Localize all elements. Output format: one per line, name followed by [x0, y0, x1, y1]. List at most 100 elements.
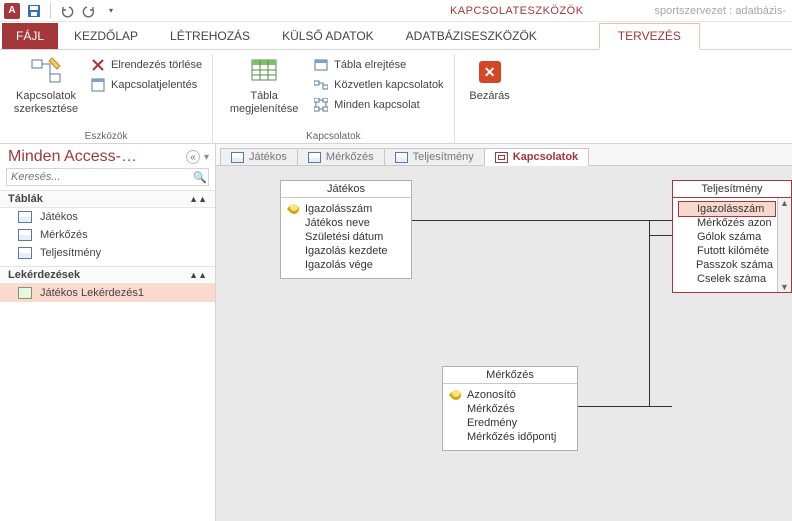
tab-external-data[interactable]: KÜLSŐ ADATOK	[266, 23, 390, 49]
redo-icon[interactable]	[81, 3, 97, 19]
diagram-field-selected[interactable]: Igazolásszám	[679, 202, 775, 216]
nav-item-label: Mérkőzés	[40, 229, 88, 241]
nav-section-tables-label: Táblák	[8, 193, 43, 205]
relationship-report-label: Kapcsolatjelentés	[111, 79, 197, 91]
diagram-field[interactable]: Azonosító	[449, 388, 571, 402]
diagram-field[interactable]: Mérkőzés azon	[679, 216, 775, 230]
save-icon[interactable]	[26, 3, 42, 19]
relationships-canvas[interactable]: Játékos Igazolásszám Játékos neve Szület…	[216, 166, 792, 521]
diagram-table-title: Játékos	[281, 181, 411, 198]
search-input[interactable]	[7, 169, 192, 185]
ribbon-group-close-label	[488, 129, 491, 142]
nav-section-queries[interactable]: Lekérdezések ▲▲	[0, 266, 215, 284]
relationship-report-button[interactable]: Kapcsolatjelentés	[90, 76, 202, 94]
edit-relationships-icon	[30, 56, 62, 88]
doctab-label: Kapcsolatok	[513, 151, 578, 163]
query-icon	[18, 287, 32, 299]
undo-icon[interactable]	[59, 3, 75, 19]
tab-file[interactable]: FÁJL	[2, 23, 58, 49]
clear-layout-button[interactable]: Elrendezés törlése	[90, 56, 202, 74]
table-icon	[308, 152, 321, 163]
navigation-pane: Minden Access-… « ▾ 🔍 Táblák ▲▲ Játékos …	[0, 144, 216, 521]
diagram-table-title: Mérkőzés	[443, 367, 577, 384]
document-tab-row: Játékos Mérkőzés Teljesítmény Kapcsolato…	[216, 144, 792, 166]
diagram-field[interactable]: Igazolás vége	[287, 258, 405, 272]
diagram-field[interactable]: Mérkőzés időpontj	[449, 430, 571, 444]
ribbon-group-tools-label: Eszközök	[85, 129, 128, 142]
relationships-icon	[495, 152, 508, 163]
context-tool-title: KAPCSOLATESZKÖZÖK	[119, 5, 655, 17]
relationship-line	[412, 220, 672, 221]
all-relationships-button[interactable]: Minden kapcsolat	[313, 96, 443, 114]
tab-create[interactable]: LÉTREHOZÁS	[154, 23, 266, 49]
nav-section-tables[interactable]: Táblák ▲▲	[0, 190, 215, 208]
diagram-table-merkozes[interactable]: Mérkőzés Azonosító Mérkőzés Eredmény Mér…	[442, 366, 578, 451]
navpane-dropdown-icon[interactable]: ▾	[204, 152, 209, 163]
tab-home[interactable]: KEZDŐLAP	[58, 23, 154, 49]
ribbon-group-relationships: Tábla megjelenítése Tábla elrejtése Közv…	[213, 54, 454, 144]
nav-section-queries-label: Lekérdezések	[8, 269, 80, 281]
diagram-field[interactable]: Születési dátum	[287, 230, 405, 244]
tab-design[interactable]: TERVEZÉS	[599, 23, 700, 50]
direct-relationships-label: Közvetlen kapcsolatok	[334, 79, 443, 91]
diagram-field[interactable]: Passzok száma	[679, 258, 775, 272]
qat-customize-icon[interactable]: ▾	[103, 3, 119, 19]
all-relationships-icon	[313, 97, 329, 113]
relationship-line	[649, 235, 672, 236]
scroll-up-icon[interactable]: ▲	[780, 198, 789, 208]
hide-table-icon	[313, 57, 329, 73]
edit-relationships-label: Kapcsolatok szerkesztése	[10, 90, 82, 116]
navpane-collapse-icon[interactable]: «	[186, 150, 200, 164]
hide-table-label: Tábla elrejtése	[334, 59, 406, 71]
diagram-field[interactable]: Igazolás kezdete	[287, 244, 405, 258]
diagram-table-teljesitmeny[interactable]: Teljesítmény Igazolásszám Mérkőzés azon …	[672, 180, 792, 293]
diagram-field[interactable]: Cselek száma	[679, 272, 775, 286]
ribbon-group-close: ✕ Bezárás	[455, 54, 525, 144]
nav-item-merkozes[interactable]: Mérkőzés	[0, 226, 215, 244]
diagram-field[interactable]: Játékos neve	[287, 216, 405, 230]
diagram-field[interactable]: Futott kilóméte	[679, 244, 775, 258]
diagram-field[interactable]: Gólok száma	[679, 230, 775, 244]
table-icon	[395, 152, 408, 163]
nav-item-label: Játékos	[40, 211, 78, 223]
scrollbar[interactable]: ▲▼	[777, 198, 791, 292]
navpane-title[interactable]: Minden Access-… « ▾	[0, 144, 215, 168]
ribbon: Kapcsolatok szerkesztése Elrendezés törl…	[0, 50, 792, 144]
show-table-icon	[248, 56, 280, 88]
access-logo-icon: A	[4, 3, 20, 19]
relationship-line	[566, 406, 672, 407]
tab-database-tools[interactable]: ADATBÁZISESZKÖZÖK	[390, 23, 553, 49]
clear-layout-icon	[90, 57, 106, 73]
hide-table-button[interactable]: Tábla elrejtése	[313, 56, 443, 74]
doctab-label: Teljesítmény	[413, 151, 474, 163]
scroll-down-icon[interactable]: ▼	[780, 282, 789, 292]
nav-item-query-jatekos-lekerdezes1[interactable]: Játékos Lekérdezés1	[0, 284, 215, 302]
window-file-title: sportszervezet : adatbázis-	[655, 5, 792, 17]
diagram-field[interactable]: Igazolásszám	[287, 202, 405, 216]
nav-item-teljesitmeny[interactable]: Teljesítmény	[0, 244, 215, 262]
table-icon	[18, 211, 32, 223]
relationship-report-icon	[90, 77, 106, 93]
close-icon: ✕	[474, 56, 506, 88]
diagram-field[interactable]: Mérkőzés	[449, 402, 571, 416]
close-button[interactable]: ✕ Bezárás	[465, 54, 515, 103]
main-tab-row: FÁJL KEZDŐLAP LÉTREHOZÁS KÜLSŐ ADATOK AD…	[0, 22, 792, 50]
table-icon	[18, 229, 32, 241]
show-table-button[interactable]: Tábla megjelenítése	[223, 54, 305, 116]
ribbon-group-tools: Kapcsolatok szerkesztése Elrendezés törl…	[0, 54, 213, 144]
close-label: Bezárás	[469, 90, 509, 103]
diagram-table-jatekos[interactable]: Játékos Igazolásszám Játékos neve Szület…	[280, 180, 412, 279]
search-icon[interactable]: 🔍	[192, 171, 208, 184]
doctab-kapcsolatok[interactable]: Kapcsolatok	[484, 148, 589, 166]
doctab-jatekos[interactable]: Játékos	[220, 148, 298, 166]
nav-item-jatekos[interactable]: Játékos	[0, 208, 215, 226]
chevron-up-icon: ▲▲	[189, 194, 207, 204]
edit-relationships-button[interactable]: Kapcsolatok szerkesztése	[10, 54, 82, 116]
navpane-search[interactable]: 🔍	[6, 168, 209, 186]
diagram-field[interactable]: Eredmény	[449, 416, 571, 430]
show-table-label: Tábla megjelenítése	[223, 90, 305, 116]
doctab-label: Mérkőzés	[326, 151, 374, 163]
doctab-merkozes[interactable]: Mérkőzés	[297, 148, 385, 166]
direct-relationships-button[interactable]: Közvetlen kapcsolatok	[313, 76, 443, 94]
doctab-teljesitmeny[interactable]: Teljesítmény	[384, 148, 485, 166]
